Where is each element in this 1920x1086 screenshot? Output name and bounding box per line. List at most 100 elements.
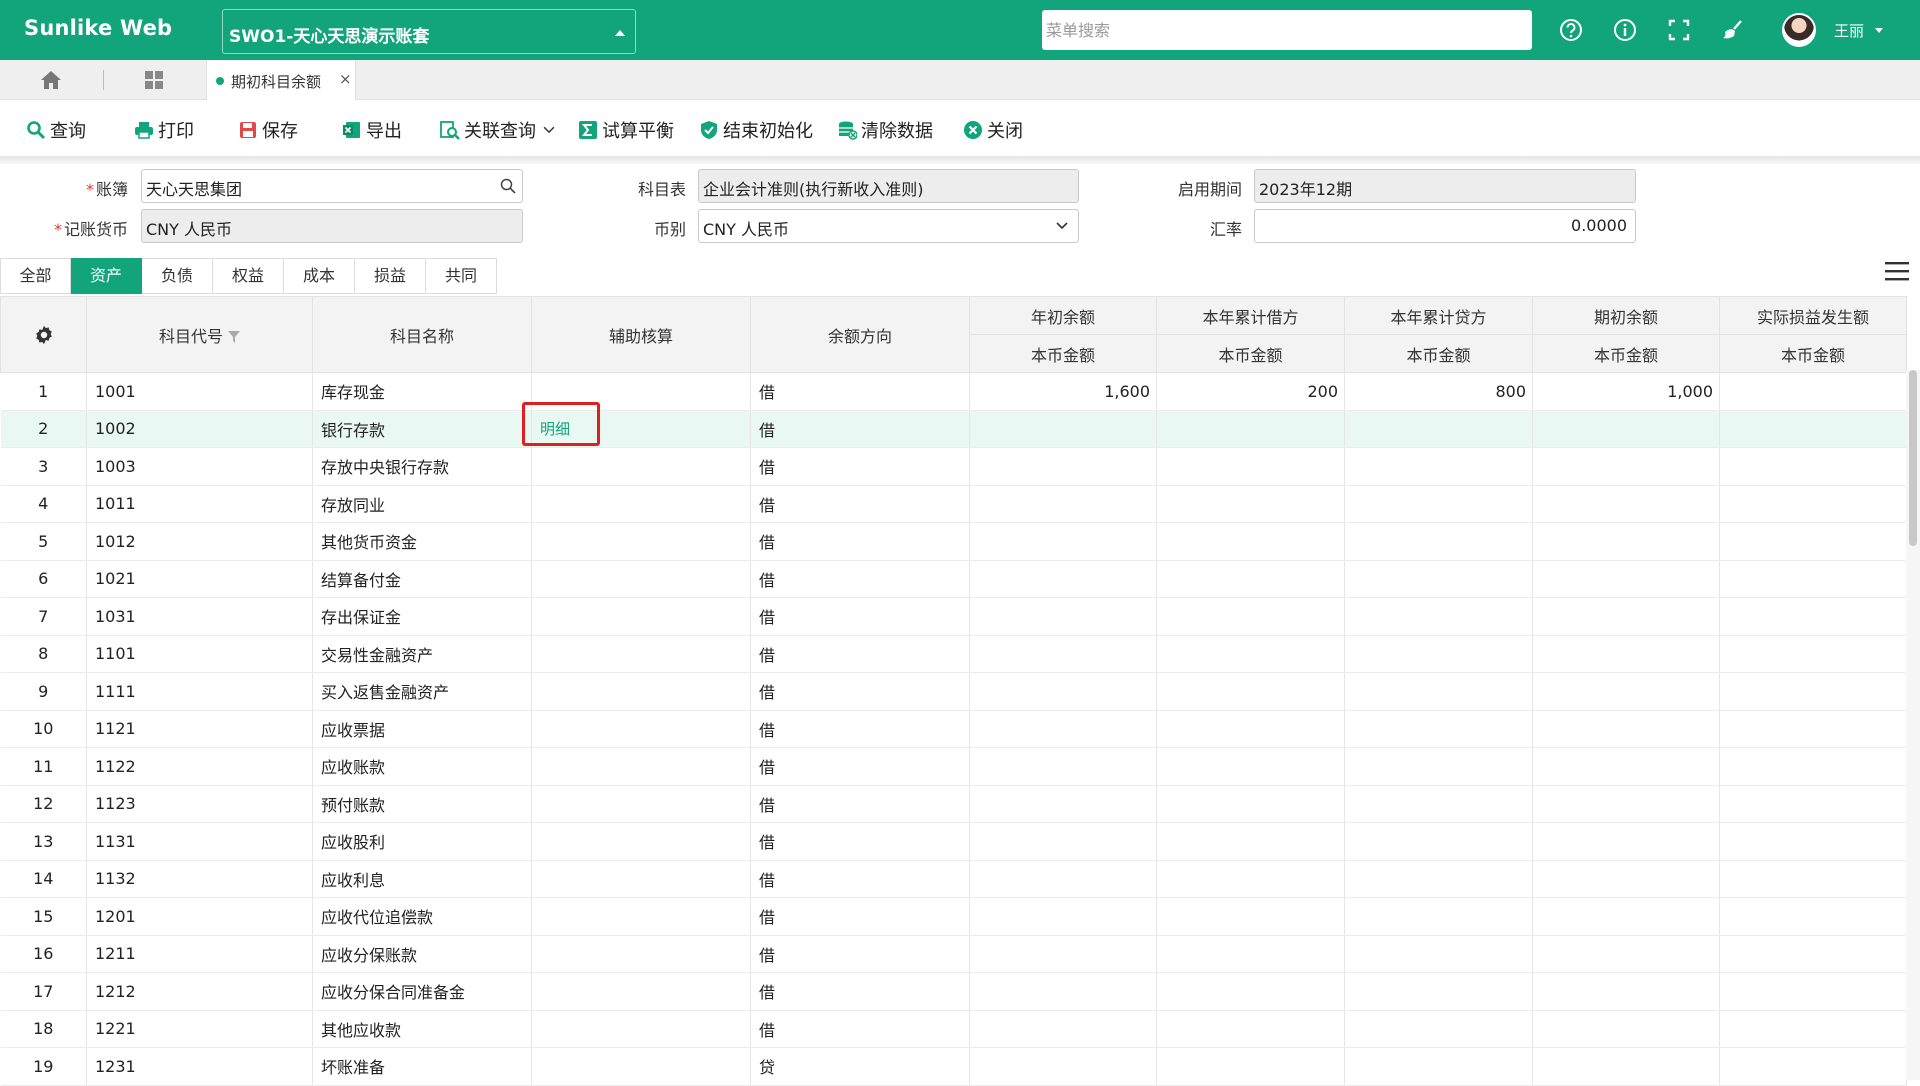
actual-pl-cell[interactable] (1719, 635, 1907, 673)
menu-icon[interactable] (1884, 260, 1910, 282)
actual-pl-cell[interactable] (1719, 972, 1907, 1011)
year-opening-cell[interactable] (969, 522, 1157, 561)
ytd-credit-cell[interactable] (1344, 747, 1533, 786)
actual-pl-cell[interactable] (1719, 597, 1907, 636)
year-opening-cell[interactable] (969, 1047, 1157, 1086)
category-tab[interactable]: 成本 (284, 258, 355, 294)
ytd-credit-cell[interactable] (1344, 822, 1533, 861)
end-init-button[interactable]: 结束初始化 (699, 118, 813, 142)
aux-cell[interactable] (531, 372, 751, 411)
trial-balance-button[interactable]: 试算平衡 (578, 118, 674, 142)
year-opening-cell[interactable] (969, 447, 1157, 486)
opening-cell[interactable] (1532, 747, 1720, 786)
aux-cell[interactable] (531, 822, 751, 861)
table-row[interactable]: 4 1011 存放同业 借 (0, 485, 1907, 523)
table-row[interactable]: 16 1211 应收分保账款 借 (0, 935, 1907, 973)
tab-opening-balance[interactable]: 期初科目余额 × (206, 60, 356, 100)
ytd-debit-cell[interactable] (1156, 972, 1345, 1011)
actual-pl-cell[interactable] (1719, 1010, 1907, 1048)
ytd-credit-cell[interactable] (1344, 522, 1533, 561)
ledger-field[interactable]: 天心天思集团 (141, 169, 523, 203)
rate-input[interactable]: 0.0000 (1254, 209, 1636, 243)
home-icon[interactable] (40, 70, 62, 90)
table-row[interactable]: 6 1021 结算备付金 借 (0, 560, 1907, 598)
clear-data-button[interactable]: 清除数据 (837, 118, 933, 142)
aux-cell[interactable] (531, 485, 751, 523)
opening-cell[interactable] (1532, 897, 1720, 936)
ytd-credit-cell[interactable] (1344, 485, 1533, 523)
table-row[interactable]: 12 1123 预付账款 借 (0, 785, 1907, 823)
gear-icon[interactable] (33, 324, 55, 346)
ytd-credit-cell[interactable] (1344, 560, 1533, 598)
opening-cell[interactable] (1532, 447, 1720, 486)
menu-search-input[interactable] (1042, 10, 1532, 50)
query-button[interactable]: 查询 (26, 118, 86, 142)
category-tab[interactable]: 负债 (142, 258, 213, 294)
ytd-debit-cell[interactable] (1156, 447, 1345, 486)
export-button[interactable]: 导出 (342, 118, 402, 142)
year-opening-cell[interactable]: 1,600 (969, 372, 1157, 411)
opening-cell[interactable] (1532, 1047, 1720, 1086)
apps-grid-icon[interactable] (144, 70, 164, 90)
year-opening-cell[interactable] (969, 860, 1157, 898)
ytd-credit-cell[interactable]: 800 (1344, 372, 1533, 411)
opening-cell[interactable] (1532, 935, 1720, 973)
ytd-debit-cell[interactable] (1156, 560, 1345, 598)
coin-select[interactable]: CNY 人民币 (698, 209, 1079, 243)
opening-cell[interactable]: 1,000 (1532, 372, 1720, 411)
category-tab[interactable]: 损益 (355, 258, 426, 294)
grid-settings-header[interactable] (0, 296, 87, 373)
actual-pl-cell[interactable] (1719, 447, 1907, 486)
category-tab[interactable]: 资产 (71, 258, 142, 294)
actual-pl-cell[interactable] (1719, 485, 1907, 523)
ytd-debit-cell[interactable]: 200 (1156, 372, 1345, 411)
scrollbar-thumb[interactable] (1909, 370, 1917, 546)
filter-icon[interactable] (228, 331, 241, 343)
actual-pl-cell[interactable] (1719, 822, 1907, 861)
ytd-debit-cell[interactable] (1156, 522, 1345, 561)
user-name[interactable]: 王丽 (1834, 20, 1864, 41)
opening-cell[interactable] (1532, 822, 1720, 861)
table-row[interactable]: 14 1132 应收利息 借 (0, 860, 1907, 898)
year-opening-cell[interactable] (969, 897, 1157, 936)
actual-pl-cell[interactable] (1719, 560, 1907, 598)
actual-pl-cell[interactable] (1719, 710, 1907, 748)
col-actual-pl-header[interactable]: 实际损益发生额 (1719, 296, 1907, 335)
ytd-debit-cell[interactable] (1156, 672, 1345, 711)
aux-cell[interactable] (531, 672, 751, 711)
aux-cell[interactable] (531, 710, 751, 748)
save-button[interactable]: 保存 (238, 118, 298, 142)
ytd-credit-cell[interactable] (1344, 972, 1533, 1011)
table-row[interactable]: 17 1212 应收分保合同准备金 借 (0, 972, 1907, 1011)
opening-cell[interactable] (1532, 635, 1720, 673)
table-row[interactable]: 11 1122 应收账款 借 (0, 747, 1907, 786)
ytd-debit-cell[interactable] (1156, 710, 1345, 748)
table-row[interactable]: 5 1012 其他货币资金 借 (0, 522, 1907, 561)
table-row[interactable]: 7 1031 存出保证金 借 (0, 597, 1907, 636)
ytd-credit-cell[interactable] (1344, 635, 1533, 673)
col-ytd-credit-header[interactable]: 本年累计贷方 (1344, 296, 1533, 335)
ytd-debit-cell[interactable] (1156, 785, 1345, 823)
detail-link[interactable]: 明细 (540, 420, 570, 438)
col-code-header[interactable]: 科目代号 (86, 296, 313, 373)
opening-cell[interactable] (1532, 710, 1720, 748)
year-opening-cell[interactable] (969, 1010, 1157, 1048)
col-opening-header[interactable]: 期初余额 (1532, 296, 1720, 335)
print-button[interactable]: 打印 (134, 118, 194, 142)
aux-cell[interactable] (531, 447, 751, 486)
actual-pl-cell[interactable] (1719, 747, 1907, 786)
opening-cell[interactable] (1532, 972, 1720, 1011)
info-icon[interactable] (1611, 16, 1639, 44)
ytd-debit-cell[interactable] (1156, 635, 1345, 673)
opening-cell[interactable] (1532, 410, 1720, 448)
close-tab-icon[interactable]: × (339, 70, 352, 88)
fullscreen-icon[interactable] (1665, 16, 1693, 44)
opening-cell[interactable] (1532, 785, 1720, 823)
ytd-debit-cell[interactable] (1156, 935, 1345, 973)
aux-cell[interactable] (531, 972, 751, 1011)
opening-cell[interactable] (1532, 1010, 1720, 1048)
ytd-credit-cell[interactable] (1344, 710, 1533, 748)
opening-cell[interactable] (1532, 597, 1720, 636)
opening-cell[interactable] (1532, 522, 1720, 561)
ytd-credit-cell[interactable] (1344, 897, 1533, 936)
